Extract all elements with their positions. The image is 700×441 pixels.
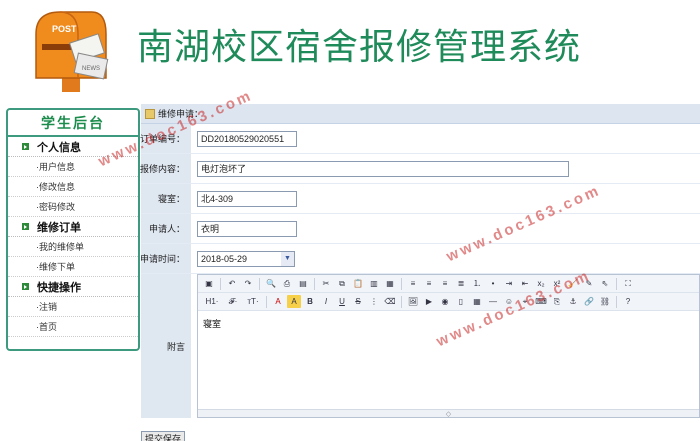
remark-row: 附言 ▣ ↶ ↷ 🔍 ⎙ ▤ ✂ ⧉ 📋 ▥ ▦ ≡ ≡ ≡ ≣ ⒈ • ⇥ ⇤… [141, 274, 700, 418]
page-header: POST NEWS 南湖校区宿舍报修管理系统 [0, 0, 700, 100]
align-left-icon[interactable]: ≡ [406, 277, 420, 290]
mailbox-logo: POST NEWS [22, 4, 118, 96]
applicant-row: 申请人： 衣明 [141, 214, 700, 244]
help-icon[interactable]: ? [621, 295, 635, 308]
sidebar-item-my-orders[interactable]: ·我的维修单 [8, 237, 138, 257]
cut-icon[interactable]: ✂ [319, 277, 333, 290]
arrow-right-icon [22, 283, 29, 290]
toolbar-divider [259, 277, 260, 290]
eraser-icon[interactable]: ⌫ [383, 295, 397, 308]
date-row: 申请时间： 2018-05-29 ▼ [140, 244, 700, 274]
repair-content-field[interactable]: 电灯泡坏了 [197, 160, 569, 177]
sidebar-group-shortcuts[interactable]: 快捷操作 [8, 277, 138, 297]
date-label: 申请时间： [140, 244, 191, 273]
line-height-icon[interactable]: ⋮ [367, 295, 381, 308]
heading-select[interactable]: H1· [202, 295, 222, 308]
preview-icon[interactable]: 🔍 [264, 277, 278, 290]
link-icon[interactable]: 🔗 [582, 295, 596, 308]
resize-handle[interactable]: ◇ [198, 409, 699, 418]
sidebar-group-repair[interactable]: 维修订单 [8, 217, 138, 237]
indent-icon[interactable]: ⇥ [502, 277, 516, 290]
anchor-icon[interactable]: ⚓ [566, 295, 580, 308]
remark-label: 附言 [141, 274, 191, 418]
toolbar-divider [401, 295, 402, 308]
toolbar-divider [266, 295, 267, 308]
unordered-list-icon[interactable]: • [486, 277, 500, 290]
print-icon[interactable]: ⎙ [280, 277, 294, 290]
toolbar-divider [314, 277, 315, 290]
undo-icon[interactable]: ↶ [225, 277, 239, 290]
underline-icon[interactable]: U [335, 295, 349, 308]
editor-toolbar-row-2: H1· 𝓕· тT· A A B I U S ⋮ ⌫ 🖼 ▶ ◉ ▯ ▦ — ☺ [198, 293, 699, 311]
svg-text:NEWS: NEWS [82, 66, 100, 72]
font-family-select[interactable]: 𝓕· [224, 295, 242, 308]
flash-icon[interactable]: ▶ [422, 295, 436, 308]
sidebar-group-label: 维修订单 [37, 221, 81, 234]
date-value: 2018-05-29 [201, 253, 248, 264]
editor-toolbar-row-1: ▣ ↶ ↷ 🔍 ⎙ ▤ ✂ ⧉ 📋 ▥ ▦ ≡ ≡ ≡ ≣ ⒈ • ⇥ ⇤ x₂… [198, 275, 699, 293]
cursor-icon[interactable]: ⇖ [598, 277, 612, 290]
copy-icon[interactable]: ⧉ [335, 277, 349, 290]
sidebar-item-new-order[interactable]: ·维修下单 [8, 257, 138, 277]
strikethrough-icon[interactable]: S [351, 295, 365, 308]
svg-text:POST: POST [52, 24, 77, 34]
outdent-icon[interactable]: ⇤ [518, 277, 532, 290]
toolbar-divider [220, 277, 221, 290]
align-center-icon[interactable]: ≡ [422, 277, 436, 290]
image-icon[interactable]: 🖼 [406, 295, 420, 308]
source-icon[interactable]: ▣ [202, 277, 216, 290]
dorm-row: 寝室： 北4-309 [141, 184, 700, 214]
chevron-down-icon[interactable]: ▼ [281, 251, 294, 266]
sidebar-item-edit-info[interactable]: ·修改信息 [8, 177, 138, 197]
folder-icon [145, 108, 155, 119]
font-color-icon[interactable]: A [271, 295, 285, 308]
redo-icon[interactable]: ↷ [241, 277, 255, 290]
highlight-icon[interactable]: A [287, 295, 301, 308]
arrow-right-icon [22, 143, 29, 150]
paste-icon[interactable]: 📋 [351, 277, 365, 290]
order-row: 订单编号： DD20180529020551 [140, 124, 700, 154]
submit-button[interactable]: 提交保存 [141, 431, 186, 441]
font-size-select[interactable]: тT· [244, 295, 262, 308]
sidebar-item-logout[interactable]: ·注销 [8, 297, 138, 317]
justify-icon[interactable]: ≣ [454, 277, 468, 290]
sidebar-group-label: 个人信息 [37, 141, 81, 154]
date-select[interactable]: 2018-05-29 ▼ [197, 250, 295, 267]
applicant-field[interactable]: 衣明 [197, 220, 297, 237]
sidebar-item-home[interactable]: ·首页 [8, 317, 138, 337]
sidebar-group-label: 快捷操作 [37, 281, 81, 294]
sidebar-title: 学生后台 [8, 110, 138, 137]
content-label: 报修内容： [140, 154, 191, 183]
fullscreen-icon[interactable]: ⛶ [621, 277, 635, 290]
applicant-label: 申请人： [141, 214, 191, 243]
bold-icon[interactable]: B [303, 295, 317, 308]
sidebar-item-change-password[interactable]: ·密码修改 [8, 197, 138, 217]
dorm-label: 寝室： [141, 184, 191, 213]
order-number-field[interactable]: DD20180529020551 [197, 130, 297, 147]
table-icon[interactable]: ▦ [470, 295, 484, 308]
toolbar-divider [401, 277, 402, 290]
template-icon[interactable]: ▤ [296, 277, 310, 290]
media-icon[interactable]: ◉ [438, 295, 452, 308]
arrow-right-icon [22, 223, 29, 230]
toolbar-divider [616, 277, 617, 290]
ordered-list-icon[interactable]: ⒈ [470, 277, 484, 290]
unlink-icon[interactable]: ⛓ [598, 295, 612, 308]
paste-text-icon[interactable]: ▥ [367, 277, 381, 290]
dorm-field[interactable]: 北4-309 [197, 190, 297, 207]
site-title: 南湖校区宿舍报修管理系统 [137, 27, 582, 68]
align-right-icon[interactable]: ≡ [438, 277, 452, 290]
paste-word-icon[interactable]: ▦ [383, 277, 397, 290]
file-icon[interactable]: ▯ [454, 295, 468, 308]
content-row: 报修内容： 电灯泡坏了 [140, 154, 700, 184]
italic-icon[interactable]: I [319, 295, 333, 308]
repair-form: 维修申请： 订单编号： DD20180529020551 报修内容： 电灯泡坏了… [140, 104, 700, 441]
toolbar-divider [616, 295, 617, 308]
